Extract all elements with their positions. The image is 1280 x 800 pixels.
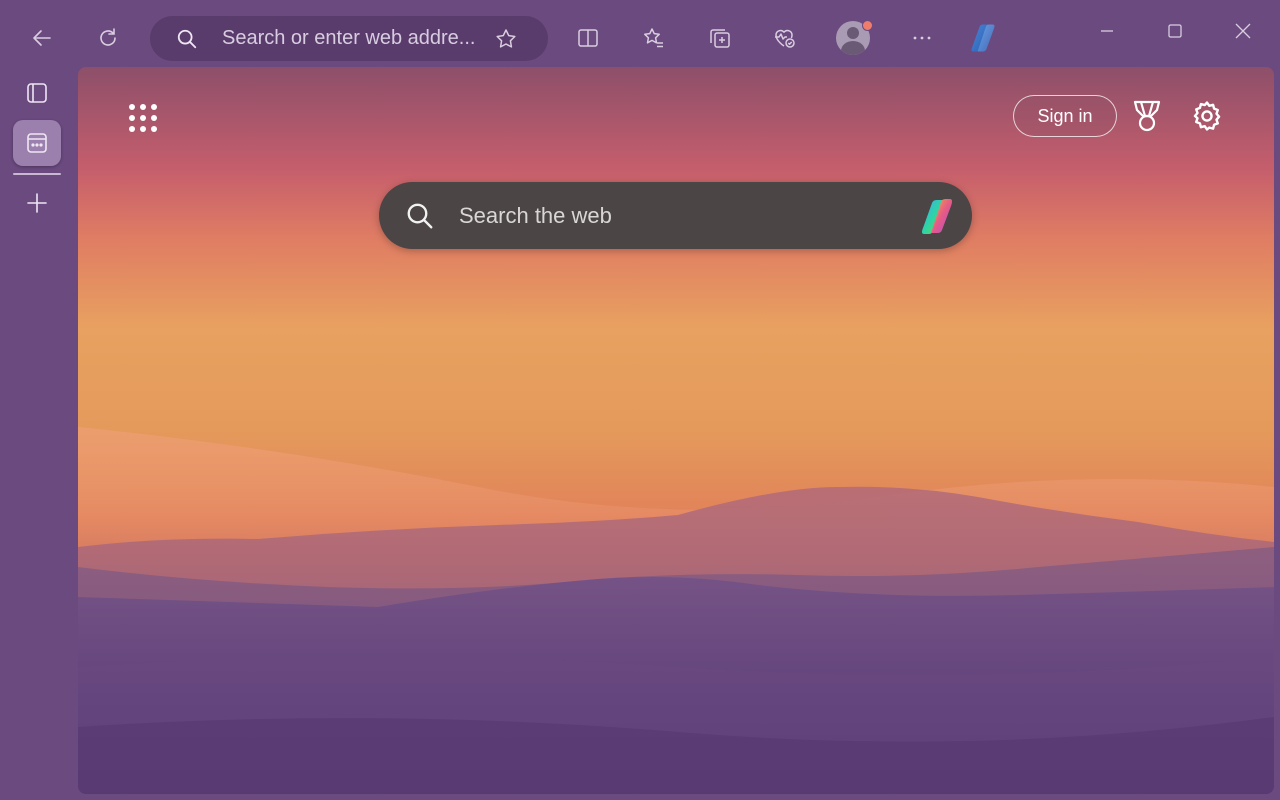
apps-grid-dot: [151, 126, 157, 132]
workspaces-tab[interactable]: [13, 120, 61, 166]
back-button[interactable]: [22, 18, 62, 58]
workspaces-icon: [27, 133, 47, 153]
collections-button[interactable]: [700, 18, 740, 58]
more-icon: [913, 36, 931, 40]
vertical-tab-rail: [0, 66, 76, 800]
search-input[interactable]: Search the web: [459, 203, 914, 229]
search-icon: [407, 203, 433, 228]
browser-toolbar: Search or enter web addre...: [0, 0, 1280, 66]
close-icon: [1235, 23, 1251, 39]
search-icon: [177, 29, 197, 48]
add-icon: [27, 193, 47, 213]
address-placeholder[interactable]: Search or enter web addre...: [222, 27, 484, 50]
collections-icon: [710, 29, 730, 48]
apps-grid-dot: [151, 104, 157, 110]
tab-actions-button[interactable]: [13, 70, 61, 116]
trophy-icon[interactable]: [1129, 98, 1165, 134]
split-screen-button[interactable]: [568, 18, 608, 58]
minimize-icon: [1101, 30, 1113, 32]
profile-icon: [847, 27, 859, 39]
apps-grid-dot: [140, 115, 146, 121]
apps-grid-icon: [129, 104, 157, 132]
favorites-button[interactable]: [634, 18, 674, 58]
browser-window: Search or enter web addre... Sign in Sea…: [0, 0, 1280, 800]
profile-icon-body: [841, 41, 865, 55]
star-icon[interactable]: [494, 27, 518, 51]
refresh-button[interactable]: [88, 18, 128, 58]
background-landscape-image: [78, 427, 1274, 794]
refresh-icon: [100, 28, 116, 46]
apps-grid-dot: [140, 104, 146, 110]
apps-grid-dot: [129, 126, 135, 132]
tab-actions-icon: [27, 83, 47, 103]
apps-grid-dot: [151, 115, 157, 121]
close-window-button[interactable]: [1220, 16, 1266, 46]
browser-essentials-icon: [775, 29, 795, 48]
notification-dot: [862, 20, 873, 31]
settings-gear-icon[interactable]: [1190, 99, 1224, 133]
new-tab-page: Sign in Search the web: [78, 67, 1274, 794]
apps-grid-dot: [129, 115, 135, 121]
new-tab-button[interactable]: [13, 180, 61, 226]
web-search-box[interactable]: Search the web: [379, 182, 972, 249]
copilot-icon[interactable]: [914, 194, 960, 238]
back-arrow-icon: [33, 30, 51, 46]
maximize-icon: [1168, 24, 1182, 38]
address-bar[interactable]: Search or enter web addre...: [150, 16, 548, 61]
apps-grid-dot: [140, 126, 146, 132]
sign-in-button[interactable]: Sign in: [1013, 95, 1117, 137]
more-button[interactable]: [902, 18, 942, 58]
apps-grid-dot: [129, 104, 135, 110]
rail-divider: [13, 173, 61, 175]
apps-launcher-button[interactable]: [122, 97, 164, 139]
browser-essentials-button[interactable]: [764, 18, 804, 58]
copilot-icon[interactable]: [964, 20, 1002, 56]
favorites-icon: [644, 28, 663, 48]
minimize-button[interactable]: [1084, 16, 1130, 46]
maximize-button[interactable]: [1152, 16, 1198, 46]
split-screen-icon: [578, 29, 598, 47]
